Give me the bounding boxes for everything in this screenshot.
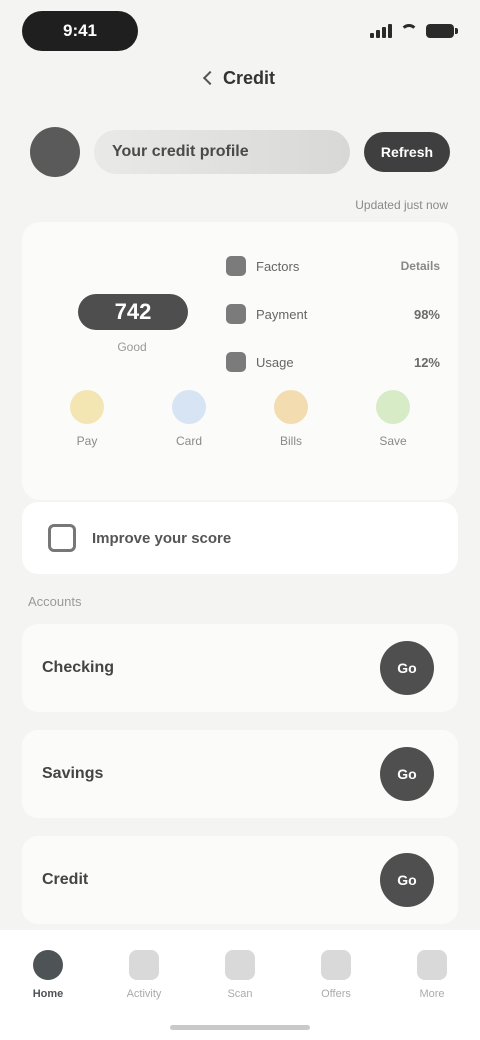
profile-row: Your credit profile Refresh: [30, 126, 450, 178]
offers-icon: [321, 950, 351, 980]
home-icon: [33, 950, 63, 980]
wifi-icon: [400, 24, 418, 38]
score-value: 742: [78, 294, 188, 330]
category-name: Usage: [256, 354, 294, 370]
update-caption: Updated just now: [355, 198, 448, 212]
item-title: Credit: [42, 871, 89, 888]
category-list: Factors Details Payment 98% Usage 12%: [226, 242, 440, 386]
back-icon[interactable]: [202, 70, 218, 86]
category-item[interactable]: Usage 12%: [226, 338, 440, 386]
score-label: Good: [117, 340, 147, 354]
metric-label: Save: [379, 434, 407, 448]
signal-icon: [370, 24, 392, 38]
item-title: Savings: [42, 765, 104, 782]
profile-name: Your credit profile: [94, 130, 350, 174]
metric-save[interactable]: Save: [348, 390, 438, 466]
improve-banner[interactable]: Improve your score: [22, 502, 458, 574]
more-icon: [417, 950, 447, 980]
category-value: 12%: [413, 354, 440, 370]
nav-label: Scan: [227, 988, 253, 1000]
status-time: 9:41: [22, 11, 138, 51]
nav-home[interactable]: Home: [8, 950, 88, 1000]
category-name: Factors: [256, 258, 300, 274]
activity-icon: [129, 950, 159, 980]
page-title: Credit: [222, 67, 275, 88]
status-icons: [370, 24, 458, 38]
item-go-button[interactable]: Go: [380, 641, 434, 695]
item-go-button[interactable]: Go: [380, 853, 434, 907]
document-icon: [48, 524, 76, 552]
category-value: Details: [400, 259, 440, 273]
bottom-nav: Home Activity Scan Offers More: [0, 930, 480, 1040]
scan-icon: [225, 950, 255, 980]
status-bar: 9:41: [22, 8, 458, 54]
category-value: 98%: [413, 306, 440, 322]
factors-icon: [226, 256, 246, 276]
metric-pay[interactable]: Pay: [42, 390, 132, 466]
metric-label: Pay: [76, 434, 98, 448]
nav-label: More: [419, 988, 445, 1000]
nav-activity[interactable]: Activity: [104, 950, 184, 1000]
list-item[interactable]: Credit Go: [22, 836, 458, 924]
payment-icon: [226, 304, 246, 324]
nav-label: Offers: [321, 988, 351, 1000]
item-title: Checking: [42, 659, 115, 676]
pay-icon: [70, 390, 104, 424]
category-item[interactable]: Factors Details: [226, 242, 440, 290]
nav-label: Activity: [126, 988, 162, 1000]
score-card: 742 Good Factors Details Payment 98% Usa…: [22, 222, 458, 500]
category-item[interactable]: Payment 98%: [226, 290, 440, 338]
list-item[interactable]: Savings Go: [22, 730, 458, 818]
home-indicator[interactable]: [170, 1025, 310, 1030]
usage-icon: [226, 352, 246, 372]
avatar[interactable]: [30, 127, 80, 177]
metric-row: Pay Card Bills Save: [36, 390, 444, 466]
metric-card[interactable]: Card: [144, 390, 234, 466]
save-icon: [376, 390, 410, 424]
nav-scan[interactable]: Scan: [200, 950, 280, 1000]
battery-icon: [426, 24, 458, 38]
banner-text: Improve your score: [92, 529, 232, 547]
refresh-button[interactable]: Refresh: [364, 132, 450, 172]
section-title: Accounts: [28, 594, 82, 609]
nav-more[interactable]: More: [392, 950, 472, 1000]
nav-offers[interactable]: Offers: [296, 950, 376, 1000]
category-name: Payment: [256, 306, 308, 322]
header: Credit: [0, 60, 480, 96]
metric-label: Bills: [279, 434, 302, 448]
card-icon: [172, 390, 206, 424]
credit-screen: 9:41 Credit Your credit profile Refresh …: [0, 0, 480, 1040]
bills-icon: [274, 390, 308, 424]
metric-label: Card: [175, 434, 202, 448]
item-go-button[interactable]: Go: [380, 747, 434, 801]
metric-bills[interactable]: Bills: [246, 390, 336, 466]
nav-label: Home: [32, 988, 64, 1000]
list-item[interactable]: Checking Go: [22, 624, 458, 712]
